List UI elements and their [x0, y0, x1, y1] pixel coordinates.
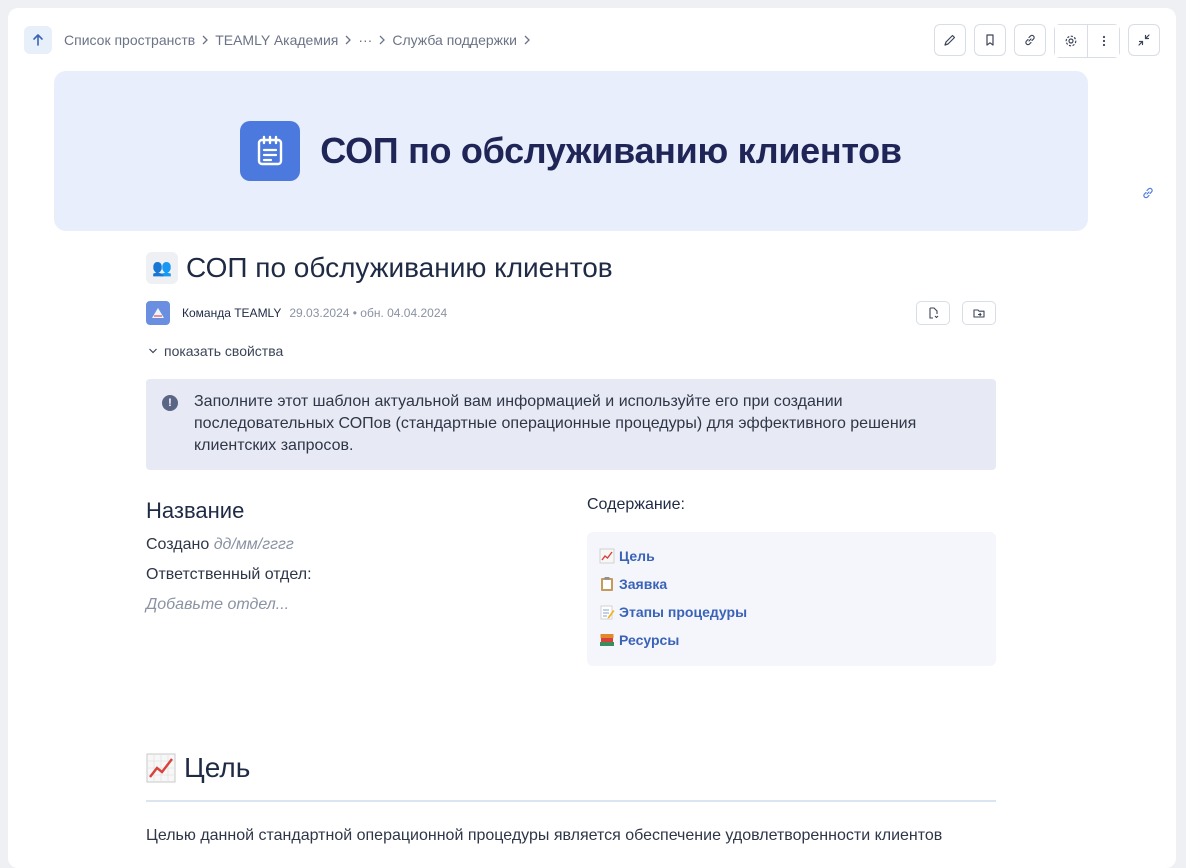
chart-up-icon	[146, 753, 176, 783]
toc-item-label: Ресурсы	[619, 632, 680, 648]
collapse-button[interactable]	[1128, 24, 1160, 56]
chevron-right-icon	[523, 35, 531, 45]
more-vertical-icon	[1102, 35, 1105, 47]
clipboard-icon	[599, 576, 615, 592]
bookmark-button[interactable]	[974, 24, 1006, 56]
page-title: СОП по обслуживанию клиентов	[186, 252, 613, 283]
breadcrumb: Список пространств TEAMLY Академия ··· С…	[64, 32, 537, 48]
gear-icon	[1065, 35, 1077, 47]
chevron-down-icon	[148, 347, 158, 355]
breadcrumb-item-academy[interactable]: TEAMLY Академия	[215, 32, 338, 48]
edit-button[interactable]	[934, 24, 966, 56]
more-button[interactable]	[1087, 25, 1119, 57]
bookmark-icon	[986, 34, 994, 46]
toc-item-label: Этапы процедуры	[619, 604, 748, 620]
toc-item-resources[interactable]: Ресурсы	[599, 626, 984, 654]
show-properties-toggle[interactable]: показать свойства	[146, 343, 996, 359]
navigate-up-button[interactable]	[24, 26, 52, 54]
folder-icon	[973, 309, 985, 318]
link-icon	[1025, 34, 1035, 46]
section-divider	[146, 800, 996, 802]
notepad-icon	[240, 121, 301, 181]
breadcrumb-ellipsis[interactable]: ···	[358, 32, 372, 48]
created-value: дд/мм/гггг	[213, 536, 294, 553]
created-line: Создано дд/мм/гггг	[146, 536, 566, 554]
settings-button[interactable]	[1055, 25, 1087, 57]
document-sync-icon	[929, 307, 939, 319]
memo-icon	[599, 604, 615, 620]
copy-link-button[interactable]	[1014, 24, 1046, 56]
document-content: 👥 СОП по обслуживанию клиентов Команда T…	[146, 251, 996, 666]
section-goal: Цель Целью данной стандартной операционн…	[146, 752, 996, 848]
anchor-link-button[interactable]	[1141, 186, 1155, 205]
department-label: Ответственный отдел:	[146, 566, 312, 583]
toc-title: Содержание:	[587, 496, 685, 513]
toc-item-label: Цель	[619, 548, 655, 564]
meta-actions	[916, 301, 996, 325]
overview-columns: Название Создано дд/мм/гггг Ответственны…	[146, 496, 996, 666]
books-icon	[599, 632, 615, 648]
top-bar: Список пространств TEAMLY Академия ··· С…	[8, 8, 1176, 72]
author-name[interactable]: Команда TEAMLY	[182, 306, 281, 320]
section-text: Целью данной стандартной операционной пр…	[146, 827, 943, 844]
page: Список пространств TEAMLY Академия ··· С…	[8, 8, 1176, 868]
details-heading: Название	[146, 498, 245, 523]
info-icon: !	[162, 395, 178, 411]
arrow-up-icon	[33, 34, 43, 46]
chart-up-icon	[599, 548, 615, 564]
toc-item-goal[interactable]: Цель	[599, 542, 984, 570]
banner-title: СОП по обслуживанию клиентов	[320, 130, 902, 171]
collapse-icon	[1138, 34, 1150, 46]
show-properties-label: показать свойства	[164, 343, 284, 359]
avatar[interactable]	[146, 301, 170, 325]
chevron-right-icon	[378, 35, 386, 45]
toc-item-label: Заявка	[619, 576, 668, 592]
toc-item-request[interactable]: Заявка	[599, 570, 984, 598]
section-heading: Цель	[146, 752, 996, 784]
link-icon	[1143, 187, 1153, 199]
convert-button[interactable]	[916, 301, 950, 325]
chevron-right-icon	[344, 35, 352, 45]
toolbar	[934, 24, 1160, 58]
settings-group	[1054, 24, 1120, 58]
document-dates: 29.03.2024 • обн. 04.04.2024	[289, 306, 448, 320]
created-label: Создано	[146, 536, 210, 553]
chevron-right-icon	[201, 35, 209, 45]
breadcrumb-item-support[interactable]: Служба поддержки	[392, 32, 517, 48]
breadcrumb-item-spaces[interactable]: Список пространств	[64, 32, 195, 48]
department-placeholder[interactable]: Добавьте отдел...	[146, 596, 566, 614]
callout-text: Заполните этот шаблон актуальной вам инф…	[194, 393, 917, 454]
pencil-icon	[944, 34, 956, 46]
table-of-contents: Цель Заявка Этапы процедуры Ресурсы	[587, 532, 996, 666]
details-column: Название Создано дд/мм/гггг Ответственны…	[146, 496, 566, 614]
document-title-row: 👥 СОП по обслуживанию клиентов	[146, 251, 996, 285]
section-title: Цель	[184, 752, 251, 783]
document-meta: Команда TEAMLY 29.03.2024 • обн. 04.04.2…	[146, 301, 996, 325]
people-icon[interactable]: 👥	[146, 252, 178, 284]
toc-column: Содержание: Цель Заявка Этапы процедуры	[587, 496, 996, 666]
toc-item-steps[interactable]: Этапы процедуры	[599, 598, 984, 626]
move-to-folder-button[interactable]	[962, 301, 996, 325]
cover-banner: СОП по обслуживанию клиентов	[54, 71, 1088, 231]
info-callout: ! Заполните этот шаблон актуальной вам и…	[146, 379, 996, 470]
